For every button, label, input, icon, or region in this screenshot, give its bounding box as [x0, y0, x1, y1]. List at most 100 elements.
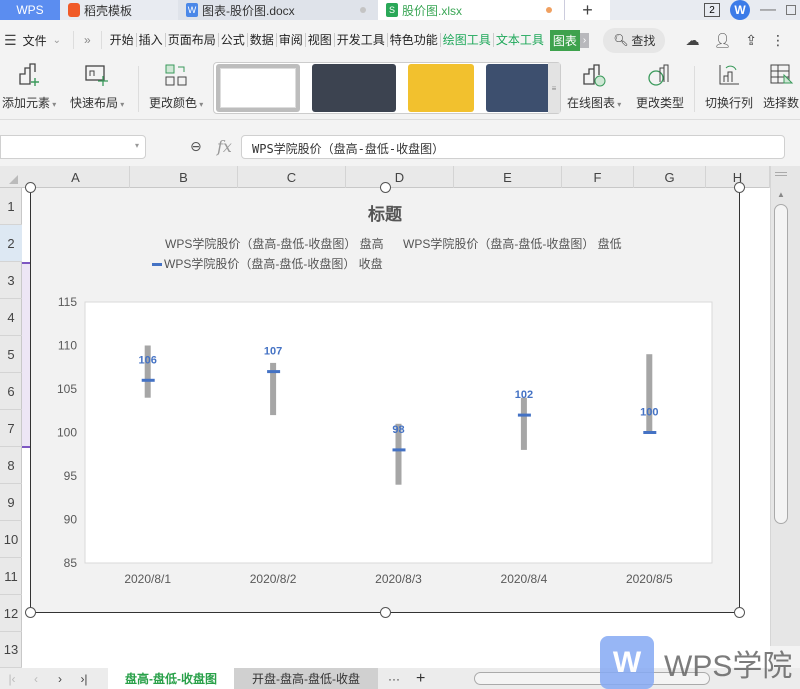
stock-chart[interactable]: 标题 WPS学院股价（盘高-盘低-收盘图） 盘高 WPS学院股价（盘高-盘低-收… — [25, 182, 745, 618]
sheet-tab-label: 盘高-盘低-收盘图 — [125, 672, 217, 686]
resize-handle-top-right[interactable] — [734, 182, 745, 193]
tab-docer[interactable]: 稻壳模板 — [60, 0, 178, 20]
resize-handle-top-left[interactable] — [25, 182, 36, 193]
vertical-scrollbar[interactable]: ▲ — [770, 166, 800, 646]
quick-layout-button[interactable]: 快速布局 — [70, 62, 124, 111]
tab-xlsx-file[interactable]: S 股价图.xlsx — [378, 0, 564, 20]
data-range-highlight — [22, 262, 30, 448]
menu-view[interactable]: 视图 — [306, 33, 335, 47]
more-sheets-button[interactable]: ··· — [388, 672, 400, 686]
search-button[interactable]: 🔍︎ 查找 — [603, 27, 666, 53]
resize-handle-bottom[interactable] — [380, 607, 391, 618]
chart-style-1[interactable] — [216, 64, 300, 112]
select-all-corner[interactable] — [0, 166, 22, 188]
sheet-tab-active[interactable]: 盘高-盘低-收盘图 — [108, 668, 234, 689]
menu-text-tools[interactable]: 文本工具 — [494, 33, 546, 47]
zoom-formula-icon[interactable]: ⊖ — [190, 138, 202, 155]
menu-page-layout[interactable]: 页面布局 — [166, 33, 219, 47]
scroll-up-icon[interactable]: ▲ — [777, 190, 785, 199]
fx-icon[interactable]: fx — [217, 137, 232, 156]
add-sheet-button[interactable]: + — [416, 670, 425, 688]
name-box[interactable] — [0, 135, 146, 159]
change-color-button[interactable]: 更改颜色 — [149, 62, 203, 111]
row-header-4[interactable]: 4 — [0, 299, 22, 336]
tab-doc-file[interactable]: W 图表-股价图.docx — [178, 0, 378, 20]
first-sheet-icon[interactable]: |‹ — [0, 672, 24, 686]
column-header-g[interactable]: G — [634, 166, 706, 188]
column-header-b[interactable]: B — [130, 166, 238, 188]
column-header-e[interactable]: E — [454, 166, 562, 188]
window-count-badge[interactable]: 2 — [704, 3, 720, 17]
menu-features[interactable]: 特色功能 — [388, 33, 441, 47]
menu-review[interactable]: 审阅 — [277, 33, 306, 47]
chart-style-3[interactable] — [408, 64, 474, 112]
resize-handle-bottom-left[interactable] — [25, 607, 36, 618]
menu-formulas[interactable]: 公式 — [219, 33, 248, 47]
vertical-scroll-thumb[interactable] — [774, 204, 788, 524]
data-label: 100 — [640, 407, 658, 419]
row-header-2[interactable]: 2 — [0, 225, 22, 262]
cloud-sync-icon[interactable]: ☁ — [685, 32, 699, 49]
menu-data[interactable]: 数据 — [248, 33, 277, 47]
new-tab-button[interactable]: + — [564, 0, 610, 20]
x-tick-label: 2020/8/3 — [375, 572, 422, 586]
column-header-f[interactable]: F — [562, 166, 634, 188]
chart-style-2[interactable] — [312, 64, 396, 112]
change-type-button[interactable]: 更改类型 — [636, 62, 684, 111]
select-data-button[interactable]: 选择数 — [763, 62, 799, 111]
switch-row-col-button[interactable]: 切换行列 — [705, 62, 753, 111]
tab-label: 股价图.xlsx — [402, 3, 463, 18]
row-header-11[interactable]: 11 — [0, 558, 22, 595]
row-header-5[interactable]: 5 — [0, 336, 22, 373]
row-header-12[interactable]: 12 — [0, 595, 22, 632]
more-options-icon[interactable]: ⋮ — [771, 32, 785, 49]
menu-home[interactable]: 开始 — [108, 33, 137, 47]
hamburger-icon[interactable]: ☰ — [4, 32, 17, 49]
resize-handle-bottom-right[interactable] — [734, 607, 745, 618]
file-menu[interactable]: 文件 — [23, 32, 47, 49]
menu-chart-tools[interactable]: 图表 — [549, 29, 580, 51]
minimize-icon[interactable]: — — [760, 1, 776, 19]
add-user-icon[interactable]: 👤︎ — [713, 32, 731, 49]
row-header-7[interactable]: 7 — [0, 410, 22, 447]
row-header-1[interactable]: 1 — [0, 188, 22, 225]
x-tick-label: 2020/8/2 — [250, 572, 297, 586]
tab-wps-home[interactable]: WPS — [0, 0, 60, 20]
formula-input[interactable]: WPS学院股价（盘高-盘低-收盘图） — [241, 135, 785, 159]
column-header-a[interactable]: A — [22, 166, 130, 188]
chevron-down-icon[interactable]: ⌄ — [53, 35, 61, 46]
add-element-button[interactable]: 添加元素 — [2, 62, 56, 111]
tab-label: 图表-股价图.docx — [202, 3, 295, 18]
data-label: 98 — [392, 424, 404, 436]
unsaved-dot-icon — [360, 7, 366, 13]
online-chart-button[interactable]: 在线图表 — [567, 62, 621, 111]
row-header-8[interactable]: 8 — [0, 447, 22, 484]
chart-style-4[interactable] — [486, 64, 552, 112]
sheet-tab-ohlc[interactable]: 开盘-盘高-盘低-收盘 — [234, 668, 378, 689]
row-header-6[interactable]: 6 — [0, 373, 22, 410]
menu-scroll-right-icon[interactable]: › — [579, 32, 590, 48]
resize-handle-top[interactable] — [380, 182, 391, 193]
maximize-icon[interactable] — [786, 5, 796, 15]
more-styles-button[interactable]: ≡ — [548, 63, 560, 113]
row-header-9[interactable]: 9 — [0, 484, 22, 521]
last-sheet-icon[interactable]: ›| — [72, 672, 96, 686]
share-icon[interactable]: ⇪ — [745, 32, 757, 49]
menu-developer[interactable]: 开发工具 — [335, 33, 388, 47]
column-header-d[interactable]: D — [346, 166, 454, 188]
row-header-13[interactable]: 13 — [0, 632, 22, 668]
column-header-c[interactable]: C — [238, 166, 346, 188]
row-header-10[interactable]: 10 — [0, 521, 22, 558]
account-avatar[interactable]: W — [730, 0, 750, 20]
row-header-3[interactable]: 3 — [0, 262, 22, 299]
modified-dot-icon — [546, 7, 552, 13]
button-label: 切换行列 — [705, 96, 754, 110]
split-handle-icon[interactable] — [775, 172, 787, 176]
expand-menu-icon[interactable]: » — [84, 33, 91, 47]
next-sheet-icon[interactable]: › — [48, 672, 72, 686]
menu-insert[interactable]: 插入 — [137, 33, 166, 47]
chart-style-gallery: ≡ — [213, 62, 561, 114]
close-marker — [267, 370, 281, 374]
prev-sheet-icon[interactable]: ‹ — [24, 672, 48, 686]
menu-drawing-tools[interactable]: 绘图工具 — [441, 33, 494, 47]
